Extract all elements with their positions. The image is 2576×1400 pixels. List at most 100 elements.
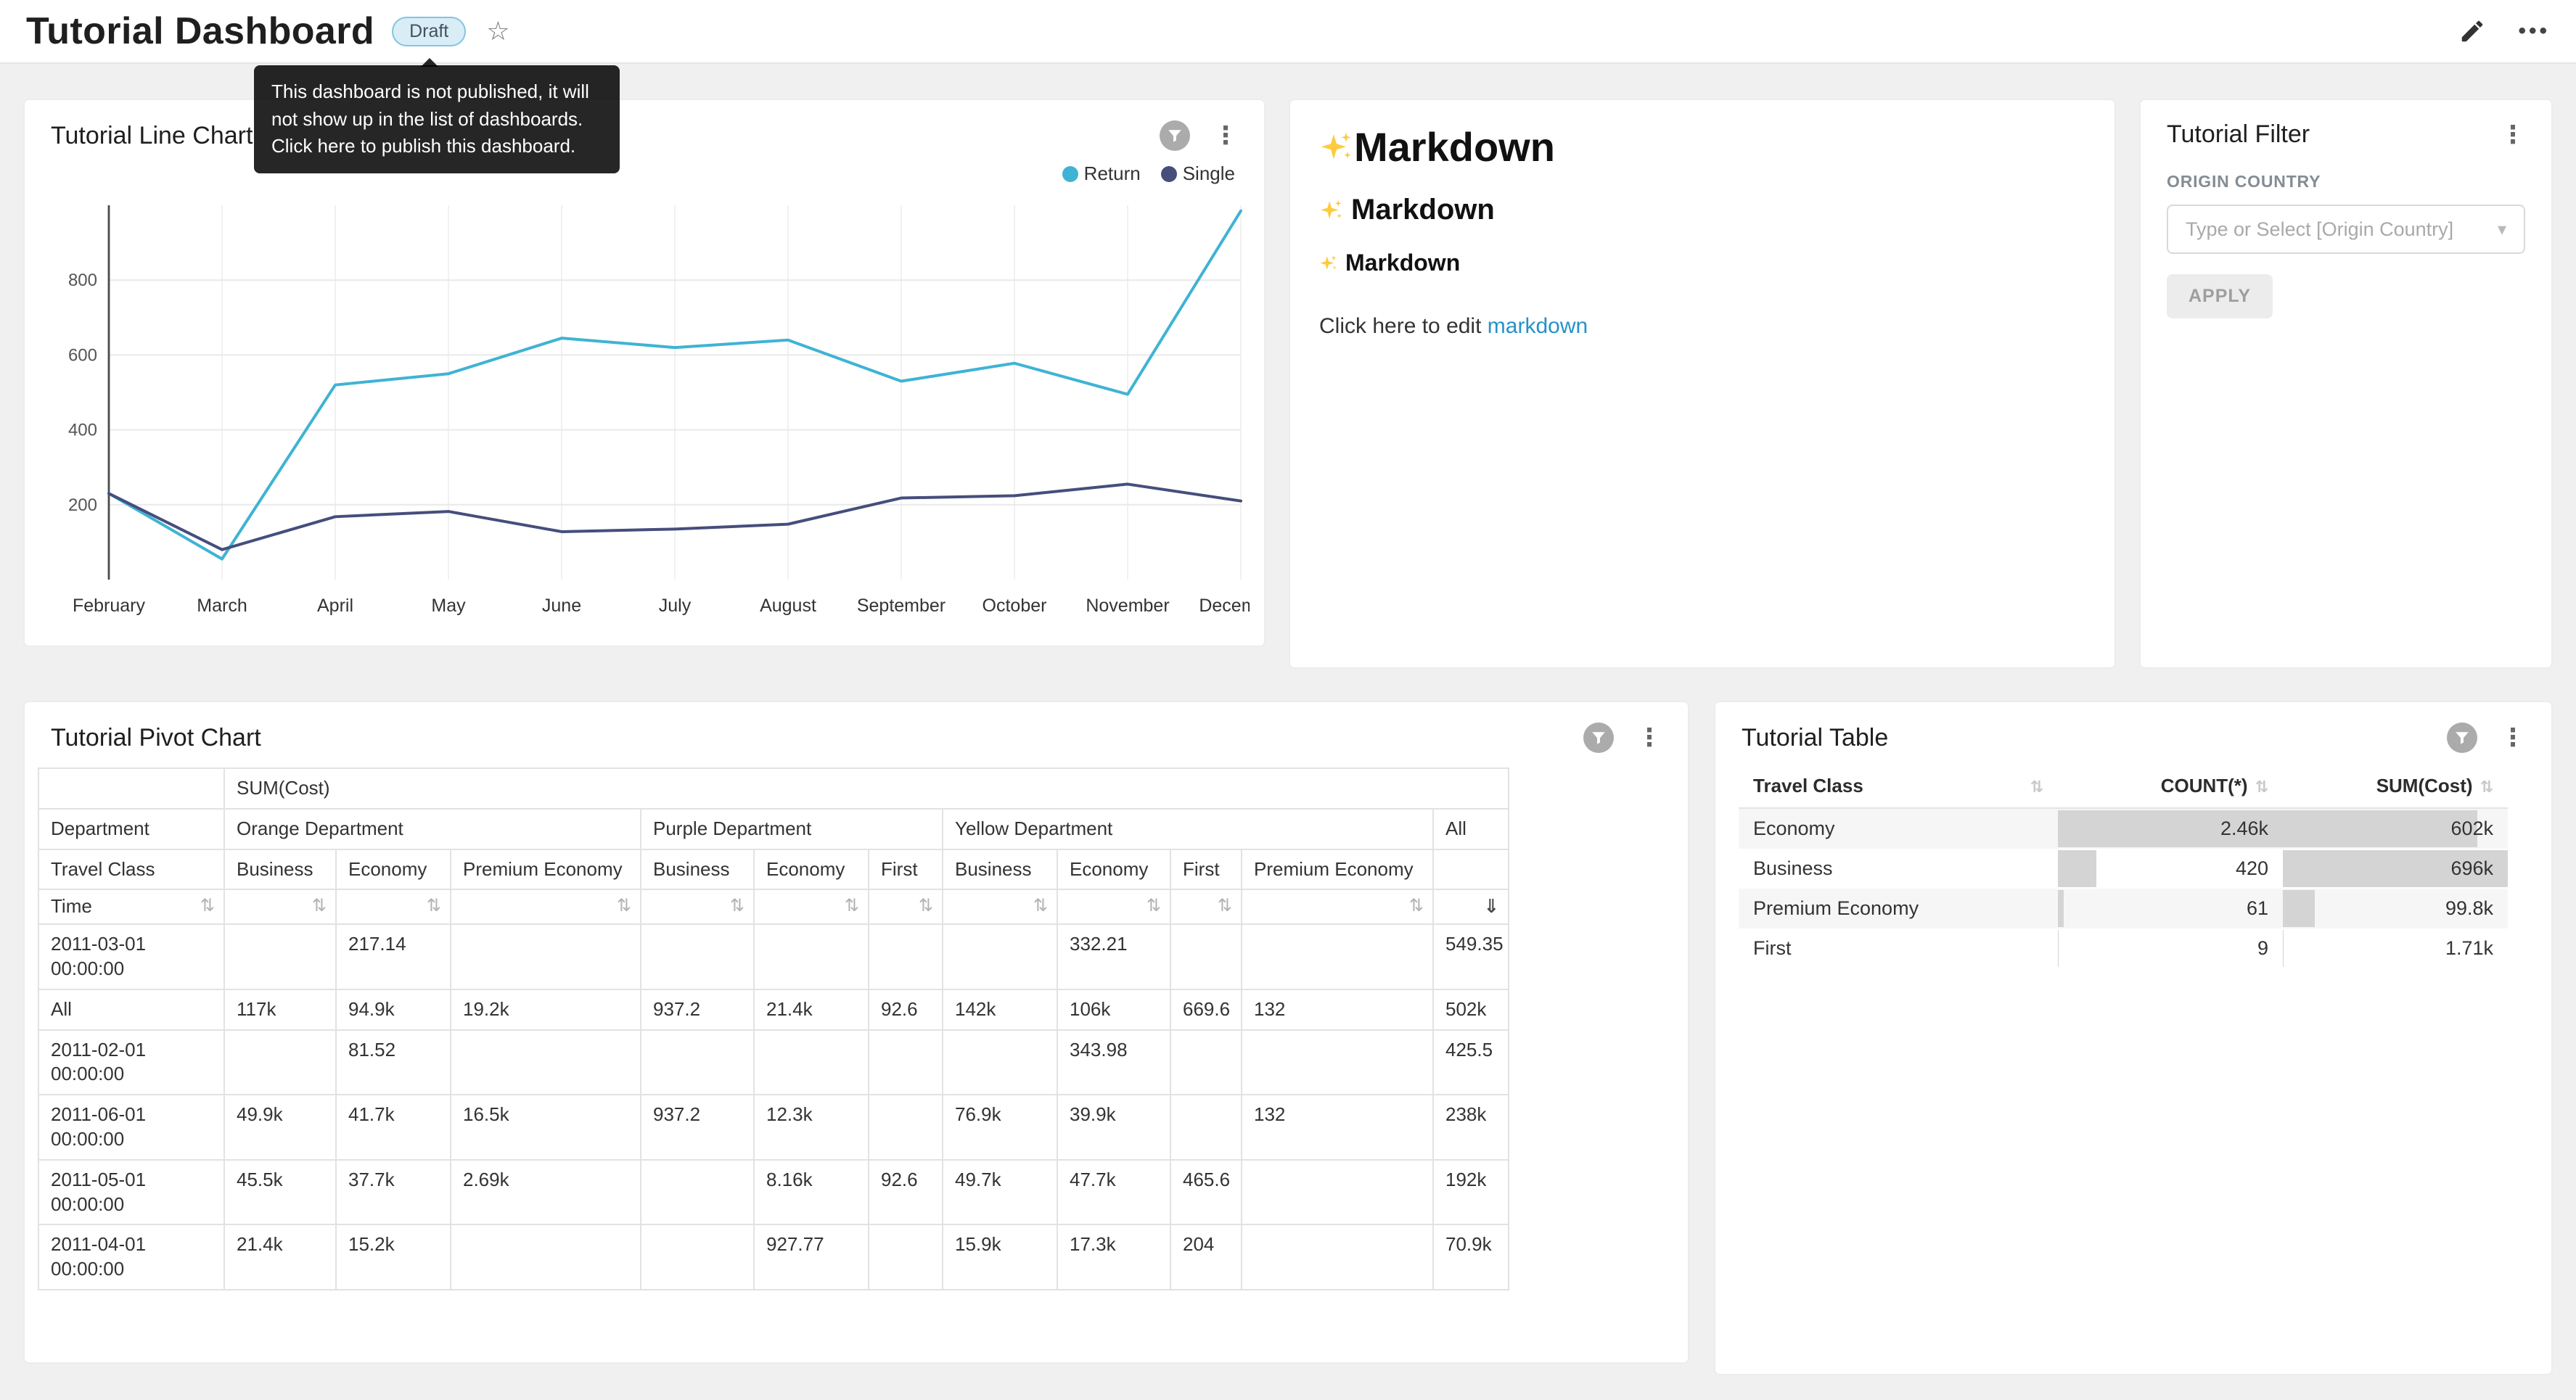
svg-text:April: April bbox=[317, 596, 353, 616]
line-chart[interactable]: 200400600800FebruaryMarchAprilMayJuneJul… bbox=[36, 191, 1250, 626]
cell-value: Economy bbox=[1753, 818, 1835, 839]
markdown-h1: Markdown bbox=[1319, 123, 2085, 170]
sort-icon[interactable]: ⇅ bbox=[845, 894, 859, 917]
dashboard-header: Tutorial Dashboard Draft ☆ ••• bbox=[0, 0, 2576, 64]
pivot-time-label: Time bbox=[51, 894, 92, 919]
pivot-cell bbox=[1170, 1030, 1242, 1095]
cell-value: 1.71k bbox=[2445, 937, 2493, 959]
pivot-cell: 21.4k bbox=[754, 989, 869, 1030]
more-menu-icon[interactable]: ••• bbox=[2518, 19, 2550, 44]
kebab-menu-icon[interactable]: ⋮ bbox=[2498, 123, 2528, 147]
table-col-header[interactable]: SUM(Cost)⇅ bbox=[2283, 765, 2508, 808]
table-cell: Economy bbox=[1739, 808, 2058, 849]
pivot-row-label: All bbox=[38, 989, 224, 1030]
pivot-row-label: 2011-05-01 00:00:00 bbox=[38, 1160, 224, 1225]
pivot-cell: 8.16k bbox=[754, 1160, 869, 1225]
markdown-edit-line: Click here to edit markdown bbox=[1319, 314, 2085, 339]
dashboard-page: Tutorial Dashboard Draft ☆ ••• This dash… bbox=[0, 0, 2576, 1400]
legend-dot bbox=[1161, 166, 1177, 182]
pivot-cell bbox=[641, 1030, 754, 1095]
pivot-card-title: Tutorial Pivot Chart bbox=[51, 724, 1583, 752]
table-col-header[interactable]: COUNT(*)⇅ bbox=[2058, 765, 2283, 808]
pivot-cell: 92.6 bbox=[869, 989, 943, 1030]
table-cell: Premium Economy bbox=[1739, 889, 2058, 928]
table-row: Premium Economy6199.8k bbox=[1739, 889, 2508, 928]
sort-icon[interactable]: ⇅ bbox=[1147, 894, 1161, 917]
edit-pencil-icon[interactable] bbox=[2458, 17, 2486, 45]
cell-value: 9 bbox=[2257, 937, 2268, 959]
publish-tooltip-text: This dashboard is not published, it will… bbox=[271, 81, 589, 157]
markdown-edit-link[interactable]: markdown bbox=[1488, 314, 1588, 338]
data-table: Travel Class⇅COUNT(*)⇅SUM(Cost)⇅Economy2… bbox=[1739, 765, 2508, 968]
line-chart-card-icons: ⋮ bbox=[1160, 120, 1241, 151]
pivot-row-label: 2011-03-01 00:00:00 bbox=[38, 924, 224, 989]
cell-bar bbox=[2283, 890, 2315, 927]
sort-icon[interactable]: ⇅ bbox=[1409, 894, 1424, 917]
cell-bar bbox=[2058, 930, 2059, 967]
pivot-group-header: Orange Department bbox=[224, 809, 641, 849]
sort-icon[interactable]: ⇅ bbox=[1218, 894, 1232, 917]
cell-value: 61 bbox=[2247, 897, 2268, 919]
pivot-cell bbox=[754, 924, 869, 989]
cell-bar bbox=[2283, 930, 2284, 967]
pivot-cell bbox=[451, 1224, 641, 1290]
pivot-cell: 70.9k bbox=[1433, 1224, 1509, 1290]
apply-button[interactable]: APPLY bbox=[2167, 274, 2273, 318]
pivot-row: 2011-06-01 00:00:0049.9k41.7k16.5k937.21… bbox=[38, 1095, 1509, 1160]
kebab-menu-icon[interactable]: ⋮ bbox=[2498, 725, 2528, 750]
svg-text:November: November bbox=[1086, 596, 1169, 616]
origin-country-select[interactable]: Type or Select [Origin Country] ▾ bbox=[2167, 205, 2525, 254]
pivot-cell: 192k bbox=[1433, 1160, 1509, 1225]
pivot-cell bbox=[1242, 1030, 1433, 1095]
pivot-cell: 117k bbox=[224, 989, 336, 1030]
sort-icon[interactable]: ⇅ bbox=[427, 894, 441, 917]
pivot-cell bbox=[641, 1160, 754, 1225]
filter-indicator-icon[interactable] bbox=[2447, 722, 2477, 753]
draft-badge[interactable]: Draft bbox=[392, 17, 466, 46]
legend-label: Single bbox=[1183, 162, 1235, 185]
legend-item-single[interactable]: Single bbox=[1161, 162, 1235, 185]
kebab-menu-icon[interactable]: ⋮ bbox=[1634, 725, 1665, 750]
legend-item-return[interactable]: Return bbox=[1062, 162, 1141, 185]
favorite-star-icon[interactable]: ☆ bbox=[486, 16, 509, 46]
table-cell: 9 bbox=[2058, 928, 2283, 968]
sort-icon[interactable]: ⇅ bbox=[200, 894, 215, 917]
table-cell: 696k bbox=[2283, 849, 2508, 889]
sort-icon[interactable]: ⇅ bbox=[312, 894, 327, 917]
sort-icon[interactable]: ⇅ bbox=[919, 894, 933, 917]
pivot-cell: 217.14 bbox=[336, 924, 451, 989]
sparkles-icon bbox=[1319, 198, 1344, 223]
cell-bar bbox=[2283, 810, 2477, 847]
svg-text:September: September bbox=[857, 596, 946, 616]
pivot-cell bbox=[641, 924, 754, 989]
sort-icon[interactable]: ⇅ bbox=[1033, 894, 1048, 917]
pivot-cell: 132 bbox=[1242, 989, 1433, 1030]
svg-text:800: 800 bbox=[68, 271, 97, 290]
pivot-col-dimension: Department bbox=[38, 809, 224, 849]
table-col-header[interactable]: Travel Class⇅ bbox=[1739, 765, 2058, 808]
filter-indicator-icon[interactable] bbox=[1583, 722, 1614, 753]
pivot-row: All117k94.9k19.2k937.221.4k92.6142k106k6… bbox=[38, 989, 1509, 1030]
cell-value: 696k bbox=[2450, 857, 2493, 879]
pivot-sort-row: Time ⇅ ⇅ ⇅ ⇅ ⇅ ⇅ ⇅ ⇅ ⇅ ⇅ ⇅ ⇓ bbox=[38, 889, 1509, 924]
pivot-col-header: Economy bbox=[336, 849, 451, 890]
table-col-label: COUNT(*) bbox=[2161, 775, 2248, 796]
publish-tooltip: This dashboard is not published, it will… bbox=[254, 65, 620, 173]
sort-icon[interactable]: ⇅ bbox=[617, 894, 631, 917]
pivot-row: 2011-02-01 00:00:0081.52343.98425.5 bbox=[38, 1030, 1509, 1095]
pivot-cell: 465.6 bbox=[1170, 1160, 1242, 1225]
kebab-menu-icon[interactable]: ⋮ bbox=[1210, 123, 1241, 148]
pivot-group-row: DepartmentOrange DepartmentPurple Depart… bbox=[38, 809, 1509, 849]
sort-desc-icon[interactable]: ⇓ bbox=[1483, 894, 1499, 919]
table-card-header: Tutorial Table ⋮ bbox=[1715, 702, 2551, 759]
pivot-cell: 37.7k bbox=[336, 1160, 451, 1225]
pivot-cell bbox=[1242, 1224, 1433, 1290]
pivot-cell: 16.5k bbox=[451, 1095, 641, 1160]
filter-indicator-icon[interactable] bbox=[1160, 120, 1190, 151]
sort-icon[interactable]: ⇅ bbox=[730, 894, 745, 917]
svg-text:March: March bbox=[197, 596, 247, 616]
svg-text:February: February bbox=[73, 596, 146, 616]
svg-text:December: December bbox=[1199, 596, 1250, 616]
pivot-cell bbox=[869, 1095, 943, 1160]
pivot-cell: 549.35 bbox=[1433, 924, 1509, 989]
